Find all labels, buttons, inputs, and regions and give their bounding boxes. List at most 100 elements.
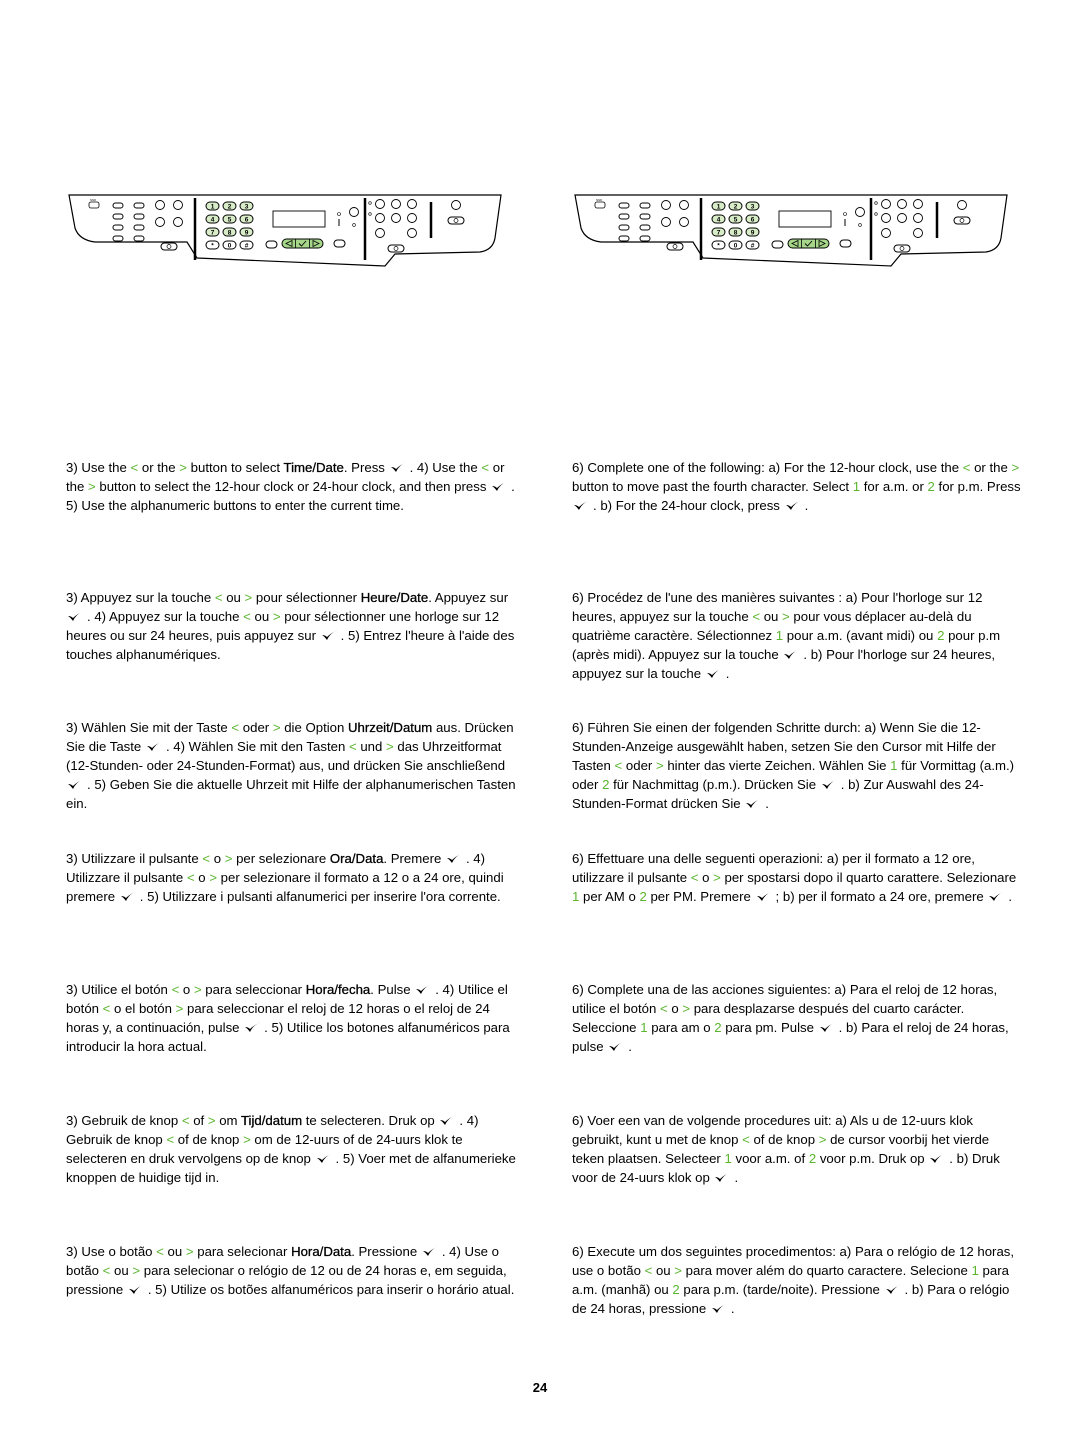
instruction-text: . 4) Appuyez sur la touche xyxy=(87,609,244,624)
round-button xyxy=(407,199,417,209)
keypad-key-label: 7 xyxy=(717,230,721,237)
start-button xyxy=(893,244,911,253)
ok-check-icon xyxy=(714,1171,732,1183)
instruction-it-right: 6) Effettuare una delle seguenti operazi… xyxy=(572,849,1024,906)
start-button xyxy=(160,242,178,251)
speed-dial-button xyxy=(618,224,630,231)
instruction-text: . 4) Use the xyxy=(409,460,482,475)
round-button xyxy=(957,200,967,210)
round-button xyxy=(913,228,923,238)
menu-item-name: Hora/fecha xyxy=(305,982,371,997)
instruction-text: . xyxy=(628,1039,632,1054)
speed-dial-button xyxy=(639,224,651,231)
ok-check-icon xyxy=(120,890,138,902)
instruction-es-right: 6) Complete una de las acciones siguient… xyxy=(572,980,1024,1056)
ok-check-icon xyxy=(711,1302,729,1314)
ok-check-icon xyxy=(244,1021,262,1033)
instruction-text: for a.m. or xyxy=(860,479,928,494)
button-reference: > xyxy=(386,739,394,754)
page-number: 24 xyxy=(532,1380,548,1395)
button-reference: 1 xyxy=(724,1151,732,1166)
instruction-text: . Premere xyxy=(383,851,445,866)
keypad-key-label: 0 xyxy=(228,243,232,250)
button-reference: > xyxy=(88,479,96,494)
button-reference: < xyxy=(659,1001,668,1016)
instruction-text: . Press xyxy=(343,460,389,475)
keypad-key-label: 6 xyxy=(245,217,249,224)
round-button xyxy=(375,199,385,209)
instruction-en-left: 3) Use the < or the > button to select T… xyxy=(66,458,518,515)
instruction-text: or the xyxy=(970,460,1012,475)
speed-dial-button xyxy=(618,213,630,220)
instruction-text: or the xyxy=(138,460,180,475)
ok-check-icon xyxy=(573,499,591,511)
shift-button xyxy=(594,201,606,209)
keypad-key-label: 4 xyxy=(717,217,721,224)
speed-dial-button xyxy=(618,235,630,242)
navigation-keys xyxy=(787,238,830,249)
instruction-text: per PM. Premere xyxy=(646,889,755,904)
ok-check-icon xyxy=(439,1114,457,1126)
instruction-text: . 5) Utilizzare i pulsanti alfanumerici … xyxy=(139,889,501,904)
scan-start-button xyxy=(953,216,971,225)
instruction-es-left: 3) Utilice el botón < o > para seleccion… xyxy=(66,980,518,1056)
ok-check-icon xyxy=(422,1245,440,1257)
instruction-text: hinter das vierte Zeichen. Wählen Sie xyxy=(663,758,891,773)
lcd-display xyxy=(778,210,832,228)
instruction-text: o xyxy=(194,870,210,885)
instruction-text: per AM o xyxy=(579,889,640,904)
ok-check-icon xyxy=(146,740,164,752)
instruction-fr-left: 3) Appuyez sur la touche < ou > pour sél… xyxy=(66,588,518,664)
speed-dial-button xyxy=(133,202,145,209)
instruction-fr-right: 6) Procédez de l'une des manières suivan… xyxy=(572,588,1024,683)
cancel-button xyxy=(333,239,346,248)
instruction-de-right: 6) Führen Sie einen der folgenden Schrit… xyxy=(572,718,1024,813)
instruction-text: ; b) per il formato a 24 ore, premere xyxy=(775,889,988,904)
menu-item-name: Time/Date xyxy=(283,460,344,475)
keypad-key-label: 5 xyxy=(228,217,232,224)
control-panel-right: Shift 1 2 3 4 5 6 7 8 9 * 0 # xyxy=(571,190,1011,272)
ok-check-icon xyxy=(608,1040,626,1052)
button-reference: > xyxy=(209,870,218,885)
ok-check-icon xyxy=(821,778,839,790)
instruction-text: . xyxy=(1008,889,1013,904)
button-reference: < xyxy=(752,609,761,624)
instruction-text: oder xyxy=(239,720,273,735)
round-button xyxy=(155,217,165,227)
button-reference: < xyxy=(214,590,223,605)
instruction-text: para p.m. (tarde/noite). Pressione xyxy=(679,1282,884,1297)
instruction-text: . Pulse xyxy=(370,982,415,997)
button-reference: > xyxy=(713,870,721,885)
instruction-text: of de knop xyxy=(749,1132,819,1147)
speed-dial-button xyxy=(133,235,145,242)
button-reference: 2 xyxy=(672,1282,680,1297)
instruction-text: of de knop xyxy=(174,1132,244,1147)
keypad-key-label: 3 xyxy=(751,204,755,211)
ok-check-icon xyxy=(745,797,763,809)
instruction-text: pour a.m. (avant midi) ou xyxy=(783,628,938,643)
ok-check-icon xyxy=(128,1283,146,1295)
start-button xyxy=(387,244,405,253)
button-reference: > xyxy=(207,1113,216,1128)
ok-check-icon xyxy=(390,461,408,473)
round-button xyxy=(173,200,183,210)
instruction-text: of xyxy=(189,1113,208,1128)
instruction-text: voor a.m. of xyxy=(731,1151,809,1166)
round-button xyxy=(897,199,907,209)
instruction-text: o el botón xyxy=(110,1001,176,1016)
ok-check-icon xyxy=(446,852,464,864)
keypad-key-label: # xyxy=(751,243,755,250)
shift-label: Shift xyxy=(596,198,602,202)
ok-check-icon xyxy=(785,499,803,511)
ok-check-icon xyxy=(783,648,801,660)
round-button xyxy=(391,213,401,223)
instruction-text: . 5) Geben Sie die aktuelle Uhrzeit mit … xyxy=(66,777,516,811)
round-button xyxy=(155,200,165,210)
button-reference: 2 xyxy=(714,1020,722,1035)
instruction-text: 3) Use the xyxy=(66,460,131,475)
instruction-text: para seleccionar xyxy=(201,982,306,997)
navigation-keys xyxy=(281,238,324,249)
button-reference: < xyxy=(481,460,490,475)
button-reference: > xyxy=(179,460,187,475)
speed-dial-button xyxy=(618,202,630,209)
